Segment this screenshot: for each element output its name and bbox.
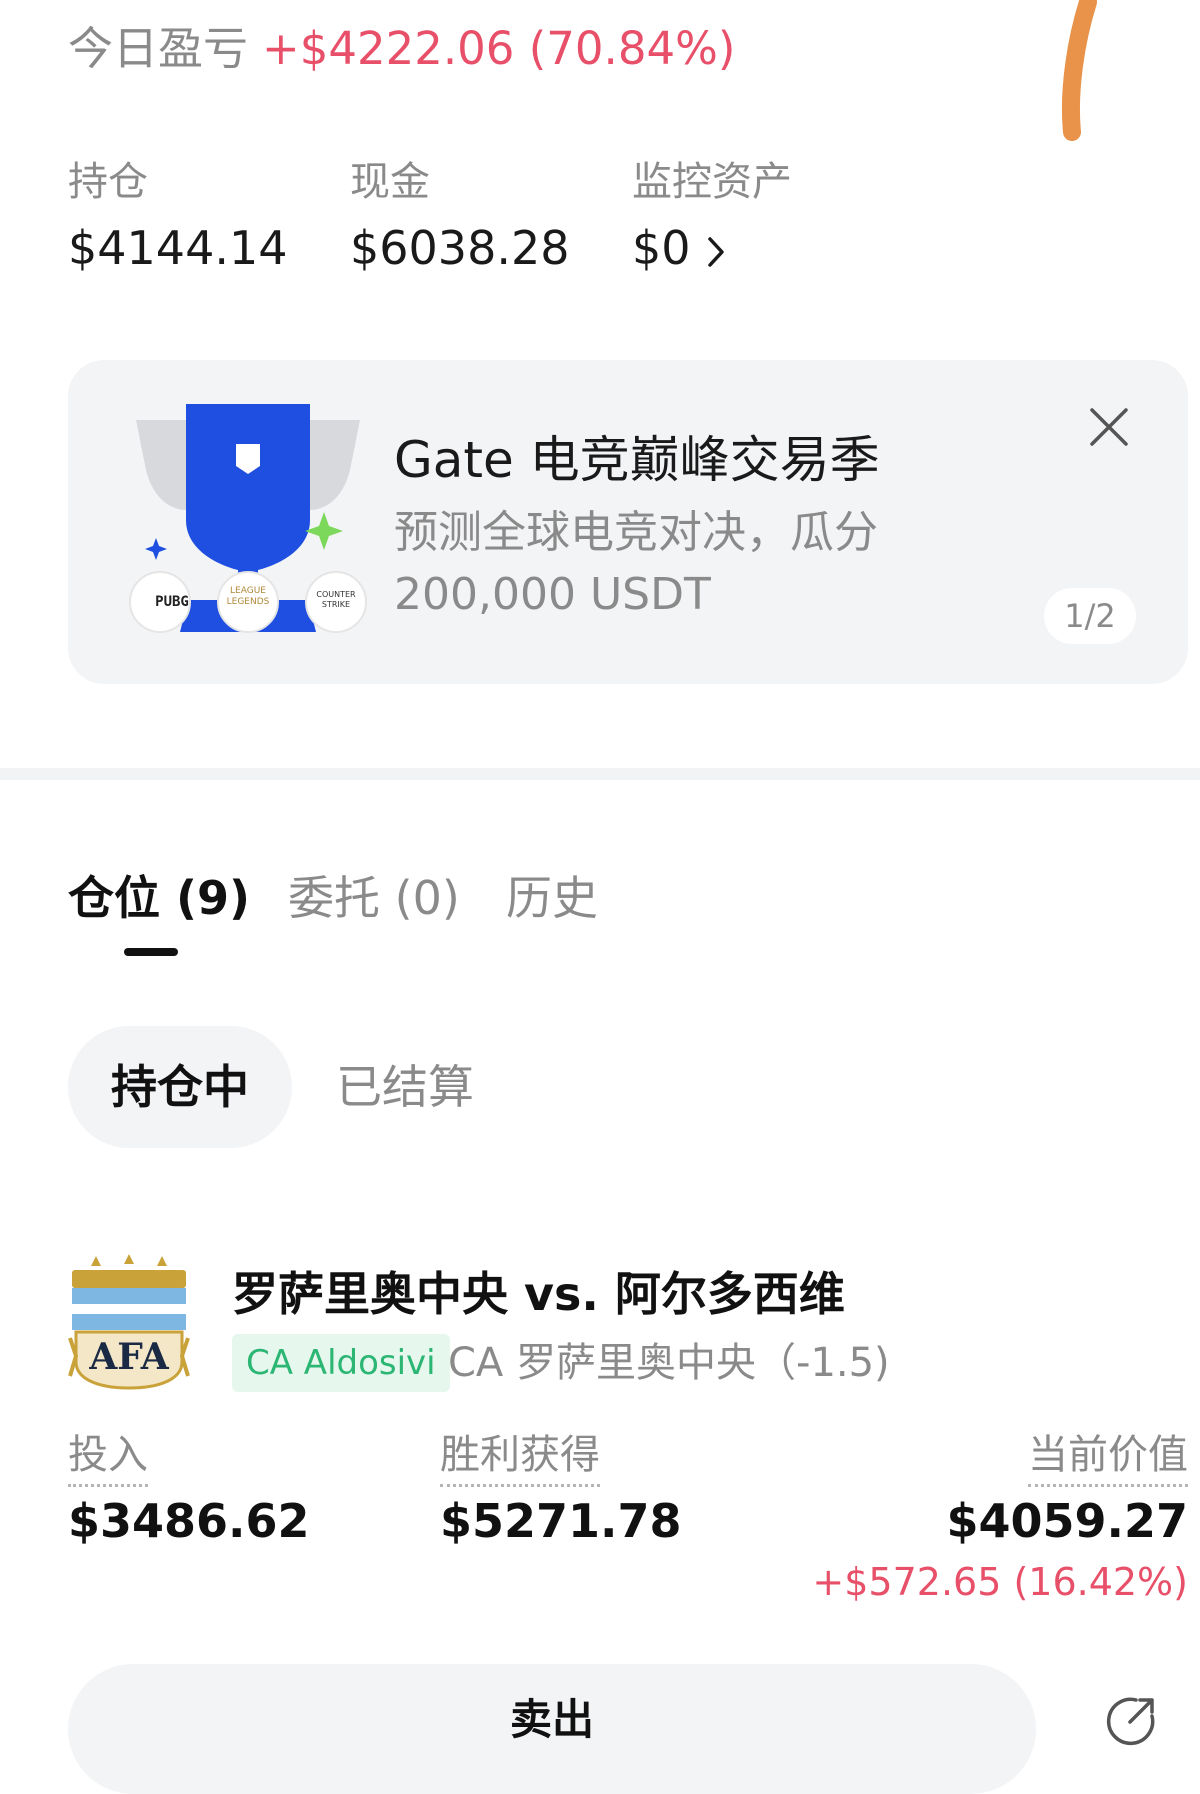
stat-cash: 现金 $6038.28 [350,158,570,276]
invested-label[interactable]: 投入 [68,1430,148,1487]
stat-holdings-value: $4144.14 [68,221,288,275]
today-pnl-value: +$4222.06 (70.84%) [262,22,736,75]
invested-value: $3486.62 [68,1494,310,1548]
position-pnl: +$572.65 (16.42%) [812,1560,1188,1604]
banner-subtitle: 预测全球电竞对决，瓜分 200,000 USDT [394,507,878,620]
active-tab-indicator [124,948,178,956]
promo-banner[interactable]: PUBG LEAGUE LEGENDS COUNTER STRIKE Gate … [68,360,1188,684]
current-value-label[interactable]: 当前价值 [1028,1430,1188,1487]
stat-holdings: 持仓 $4144.14 [68,158,288,276]
tab-orders[interactable]: 委托 (0) [288,862,460,928]
today-pnl-label: 今日盈亏 [68,22,249,75]
banner-page-indicator: 1/2 [1044,588,1136,644]
badge-cs: COUNTER STRIKE [316,590,356,609]
tab-positions[interactable]: 仓位 (9) [68,862,250,928]
stat-watchlist-label: 监控资产 [632,159,792,205]
orange-annotation-stroke [1061,0,1097,141]
banner-title: Gate 电竞巅峰交易季 [394,431,880,489]
close-icon[interactable] [1086,404,1132,450]
stat-watchlist-row: $0 [632,220,792,276]
payout-value: $5271.78 [440,1494,682,1548]
section-divider [0,768,1200,780]
segment-settled[interactable]: 已结算 [336,1026,474,1148]
stat-cash-value: $6038.28 [350,221,570,275]
stat-watchlist[interactable]: 监控资产 $0 [632,158,792,276]
outcome-description: CA 罗萨里奥中央（-1.5) [448,1340,890,1386]
match-title[interactable]: 罗萨里奥中央 vs. 阿尔多西维 [232,1258,845,1324]
stat-cash-label: 现金 [350,159,430,205]
payout-label[interactable]: 胜利获得 [440,1430,600,1487]
team-logo-text: AFA [89,1336,169,1378]
chevron-right-icon[interactable] [705,235,727,269]
sell-button[interactable]: 卖出 [68,1664,1036,1794]
today-pnl: 今日盈亏 +$4222.06 (70.84%) [68,12,735,77]
badge-lol: LEAGUE LEGENDS [226,586,270,607]
outcome-tag: CA Aldosivi [232,1334,450,1392]
current-value: $4059.27 [946,1494,1188,1548]
stat-watchlist-value: $0 [632,221,691,275]
segment-open[interactable]: 持仓中 [68,1026,292,1148]
share-icon[interactable] [1106,1694,1158,1746]
badge-pubg: PUBG [155,594,189,610]
stat-holdings-label: 持仓 [68,159,148,205]
tab-history[interactable]: 历史 [506,862,598,928]
